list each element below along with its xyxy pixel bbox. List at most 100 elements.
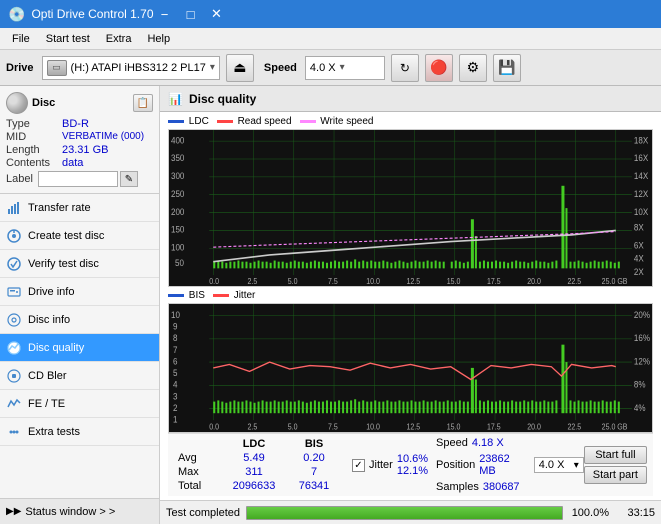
sidebar-item-disc-info[interactable]: Disc info xyxy=(0,306,159,334)
sidebar-item-transfer-rate[interactable]: Transfer rate xyxy=(0,194,159,222)
start-part-button[interactable]: Start part xyxy=(584,466,647,484)
svg-text:2: 2 xyxy=(173,403,178,414)
svg-text:17.5: 17.5 xyxy=(487,422,501,432)
svg-text:100: 100 xyxy=(171,242,185,253)
ldc-legend: LDC xyxy=(168,116,209,127)
svg-text:20.0: 20.0 xyxy=(527,422,541,432)
sidebar-item-disc-quality[interactable]: Disc quality xyxy=(0,334,159,362)
stats-table: LDC BIS Avg 5.49 0.20 Max 311 7 Total 20… xyxy=(174,437,344,493)
speed-value: 4.0 X xyxy=(310,62,336,74)
sidebar-item-verify-test-disc[interactable]: Verify test disc xyxy=(0,250,159,278)
disc-mid-key: MID xyxy=(6,131,58,143)
toolbar: Drive ▭ (H:) ATAPI iHBS312 2 PL17 ▾ ⏏ Sp… xyxy=(0,50,661,86)
svg-text:9: 9 xyxy=(173,321,178,332)
svg-text:12%: 12% xyxy=(634,356,650,367)
svg-text:5: 5 xyxy=(173,368,178,379)
svg-text:5.0: 5.0 xyxy=(288,277,298,286)
svg-text:16X: 16X xyxy=(634,153,649,164)
menu-start-test[interactable]: Start test xyxy=(38,31,98,47)
settings-button[interactable]: ⚙ xyxy=(459,54,487,82)
stats-header-ldc: LDC xyxy=(224,437,284,451)
start-buttons: Start full Start part xyxy=(584,446,647,484)
sidebar-item-extra-tests[interactable]: Extra tests xyxy=(0,418,159,446)
svg-text:18X: 18X xyxy=(634,135,649,146)
disc-length-row: Length 23.31 GB xyxy=(6,144,153,156)
app-icon: 💿 xyxy=(8,6,25,23)
drive-selector[interactable]: ▭ (H:) ATAPI iHBS312 2 PL17 ▾ xyxy=(42,56,220,80)
svg-text:250: 250 xyxy=(171,189,185,200)
disc-quality-title: Disc quality xyxy=(189,92,256,106)
svg-text:6X: 6X xyxy=(634,240,644,251)
svg-text:20%: 20% xyxy=(634,310,650,321)
main-layout: Disc 📋 Type BD-R MID VERBATIMe (000) Len… xyxy=(0,86,661,524)
speed-section: Speed 4.18 X Position 23862 MB Samples 3… xyxy=(436,437,526,493)
drive-info-icon xyxy=(6,284,22,300)
disc-info-header: Disc 📋 xyxy=(6,92,153,114)
svg-text:25.0 GB: 25.0 GB xyxy=(602,277,628,286)
stats-max-label: Max xyxy=(174,465,224,479)
disc-mid-row: MID VERBATIMe (000) xyxy=(6,131,153,143)
svg-text:150: 150 xyxy=(171,224,185,235)
status-window-item[interactable]: ▶▶ Status window > > xyxy=(0,498,159,524)
sidebar-item-create-test-disc[interactable]: Create test disc xyxy=(0,222,159,250)
disc-contents-row: Contents data xyxy=(6,157,153,169)
refresh-button[interactable]: ↻ xyxy=(391,54,419,82)
svg-text:4X: 4X xyxy=(634,253,644,264)
svg-text:10.0: 10.0 xyxy=(366,277,380,286)
drive-value: (H:) ATAPI iHBS312 2 PL17 xyxy=(71,62,206,74)
eject-button[interactable]: ⏏ xyxy=(226,54,254,82)
menu-extra[interactable]: Extra xyxy=(98,31,140,47)
disc-label-btn[interactable]: ✎ xyxy=(120,171,138,187)
svg-text:200: 200 xyxy=(171,206,185,217)
svg-text:2X: 2X xyxy=(634,267,644,278)
speed-dropdown-arrow: ▾ xyxy=(340,62,345,73)
svg-text:2.5: 2.5 xyxy=(247,422,257,432)
create-test-disc-icon xyxy=(6,228,22,244)
svg-text:14X: 14X xyxy=(634,171,649,182)
chart-legend-top: LDC Read speed Write speed xyxy=(168,116,653,127)
sidebar-item-drive-info[interactable]: Drive info xyxy=(0,278,159,306)
svg-text:8: 8 xyxy=(173,333,178,344)
speed-combo-arrow: ▾ xyxy=(574,460,579,471)
svg-text:12.5: 12.5 xyxy=(406,422,420,432)
svg-text:15.0: 15.0 xyxy=(447,422,461,432)
svg-text:2.5: 2.5 xyxy=(247,277,257,286)
maximize-button[interactable]: □ xyxy=(180,5,202,23)
start-full-button[interactable]: Start full xyxy=(584,446,647,464)
disc-info-btn[interactable]: 📋 xyxy=(133,94,153,112)
disc-info-icon xyxy=(6,312,22,328)
extra-tests-icon xyxy=(6,424,22,440)
write-speed-legend: Write speed xyxy=(300,116,374,127)
elapsed-time: 33:15 xyxy=(615,507,655,519)
create-test-disc-label: Create test disc xyxy=(28,230,104,242)
drive-icon: ▭ xyxy=(47,60,67,76)
verify-test-disc-icon xyxy=(6,256,22,272)
jitter-section: ✓ Jitter 10.6% 12.1% xyxy=(352,453,428,477)
save-button[interactable]: 💾 xyxy=(493,54,521,82)
stats-max-ldc: 311 xyxy=(224,465,284,479)
jitter-label: Jitter xyxy=(369,459,393,471)
burn-button[interactable]: 🔴 xyxy=(425,54,453,82)
drive-label: Drive xyxy=(6,62,34,74)
svg-text:22.5: 22.5 xyxy=(567,277,581,286)
sidebar-item-fe-te[interactable]: FE / TE xyxy=(0,390,159,418)
svg-text:12.5: 12.5 xyxy=(406,277,420,286)
jitter-checkbox[interactable]: ✓ xyxy=(352,459,365,472)
close-button[interactable]: ✕ xyxy=(206,5,228,23)
speed-selector[interactable]: 4.0 X ▾ xyxy=(305,56,385,80)
drive-dropdown-arrow: ▾ xyxy=(210,62,215,73)
svg-text:7: 7 xyxy=(173,344,178,355)
speed-combo[interactable]: 4.0 X ▾ xyxy=(534,457,584,473)
jitter-legend: Jitter xyxy=(213,290,255,301)
sidebar-item-cd-bler[interactable]: CD Bler xyxy=(0,362,159,390)
minimize-button[interactable]: − xyxy=(154,5,176,23)
menu-file[interactable]: File xyxy=(4,31,38,47)
menu-help[interactable]: Help xyxy=(139,31,178,47)
sidebar: Disc 📋 Type BD-R MID VERBATIMe (000) Len… xyxy=(0,86,160,524)
stats-max-bis: 7 xyxy=(284,465,344,479)
disc-label-input[interactable] xyxy=(38,171,118,187)
disc-quality-header: 📊 Disc quality xyxy=(160,86,661,112)
speed-label-stat: Speed xyxy=(436,437,468,449)
svg-text:7.5: 7.5 xyxy=(328,277,338,286)
svg-text:10X: 10X xyxy=(634,206,649,217)
